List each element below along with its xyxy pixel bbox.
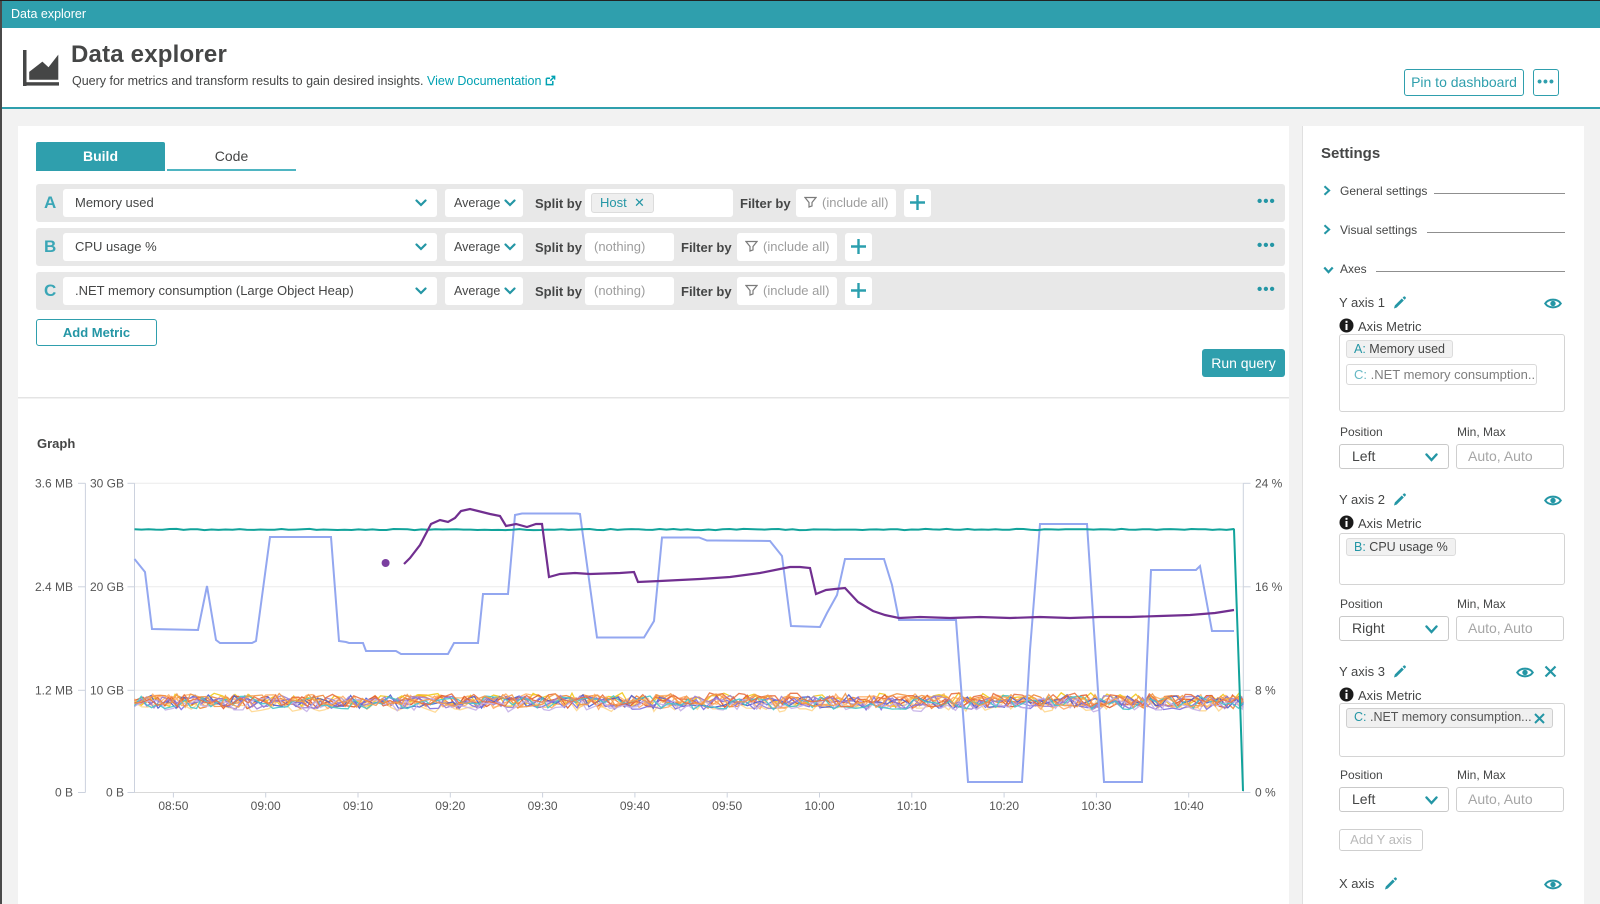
svg-text:1.2 MB: 1.2 MB — [35, 683, 73, 697]
svg-text:09:20: 09:20 — [435, 799, 465, 813]
svg-text:10 GB: 10 GB — [90, 683, 124, 697]
svg-text:09:00: 09:00 — [251, 799, 281, 813]
svg-text:0 %: 0 % — [1255, 786, 1276, 800]
svg-text:10:20: 10:20 — [989, 799, 1019, 813]
svg-text:09:50: 09:50 — [712, 799, 742, 813]
svg-text:09:40: 09:40 — [620, 799, 650, 813]
svg-text:30 GB: 30 GB — [90, 476, 124, 490]
svg-text:0 B: 0 B — [55, 786, 73, 800]
svg-text:8 %: 8 % — [1255, 683, 1276, 697]
svg-text:09:10: 09:10 — [343, 799, 373, 813]
svg-text:2.4 MB: 2.4 MB — [35, 580, 73, 594]
svg-text:10:00: 10:00 — [804, 799, 834, 813]
svg-text:10:10: 10:10 — [897, 799, 927, 813]
svg-text:3.6 MB: 3.6 MB — [35, 476, 73, 490]
svg-text:08:50: 08:50 — [158, 799, 188, 813]
svg-text:10:40: 10:40 — [1174, 799, 1204, 813]
svg-text:0 B: 0 B — [106, 786, 124, 800]
svg-text:24 %: 24 % — [1255, 476, 1283, 490]
svg-text:20 GB: 20 GB — [90, 580, 124, 594]
svg-text:16 %: 16 % — [1255, 580, 1283, 594]
svg-text:10:30: 10:30 — [1081, 799, 1111, 813]
svg-text:09:30: 09:30 — [528, 799, 558, 813]
